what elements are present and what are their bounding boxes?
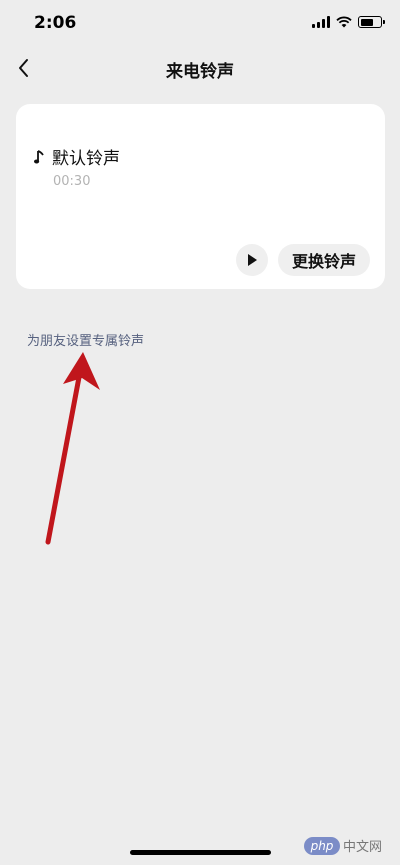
watermark-text: 中文网 bbox=[343, 840, 383, 855]
nav-bar: 来电铃声 bbox=[0, 46, 400, 90]
music-note-icon bbox=[34, 149, 44, 163]
status-bar: 2:06 bbox=[0, 0, 400, 46]
status-time: 2:06 bbox=[34, 13, 77, 33]
annotation-arrow-shaft bbox=[45, 369, 83, 545]
ringtone-name-row: 默认铃声 bbox=[34, 144, 120, 169]
change-ringtone-button[interactable]: 更换铃声 bbox=[278, 244, 370, 276]
play-icon bbox=[248, 254, 257, 266]
watermark-logo: php bbox=[304, 836, 340, 855]
annotation-arrow-head bbox=[63, 352, 100, 390]
wifi-icon bbox=[336, 16, 352, 28]
battery-icon bbox=[358, 16, 385, 28]
watermark: php 中文网 bbox=[304, 836, 382, 855]
ringtone-card: 默认铃声 00:30 更换铃声 bbox=[16, 104, 385, 289]
play-button[interactable] bbox=[236, 244, 268, 276]
home-indicator bbox=[130, 850, 271, 855]
ringtone-name: 默认铃声 bbox=[52, 149, 120, 169]
ringtone-duration: 00:30 bbox=[53, 174, 91, 189]
set-friend-ringtone-link[interactable]: 为朋友设置专属铃声 bbox=[27, 330, 144, 349]
page-title: 来电铃声 bbox=[166, 62, 234, 82]
battery-level bbox=[360, 18, 373, 26]
status-icons bbox=[312, 15, 385, 29]
cellular-signal-icon bbox=[312, 16, 330, 28]
